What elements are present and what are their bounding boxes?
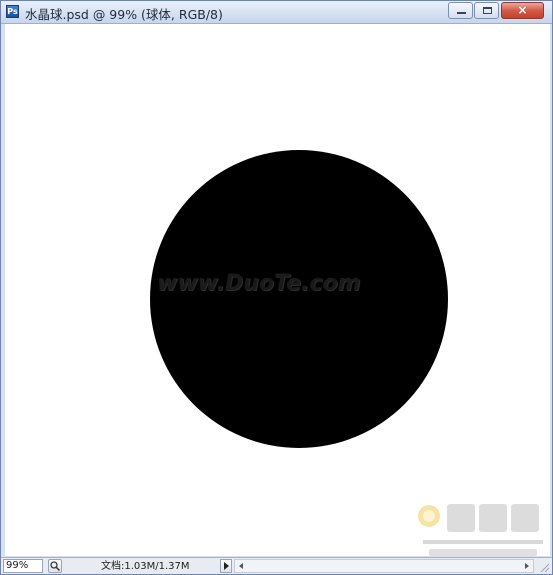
site-logo-watermark — [418, 504, 543, 556]
resize-grip-icon[interactable] — [536, 559, 550, 573]
maximize-icon — [483, 7, 492, 14]
status-bar: 99% 文档:1.03M/1.37M — [1, 557, 552, 574]
horizontal-scrollbar[interactable] — [234, 559, 534, 573]
maximize-button[interactable] — [474, 2, 499, 19]
watermark-text: www.DuoTe.com — [157, 271, 361, 296]
photoshop-document-window: Ps 水晶球.psd @ 99% (球体, RGB/8) × www.DuoTe… — [0, 0, 553, 575]
black-circle-shape — [150, 150, 448, 448]
minimize-icon — [457, 12, 466, 14]
right-arrow-icon — [224, 562, 229, 570]
close-button[interactable]: × — [501, 2, 544, 19]
document-canvas[interactable]: www.DuoTe.com — [5, 24, 550, 556]
zoom-level-field[interactable]: 99% — [3, 559, 43, 573]
zoom-icon[interactable] — [48, 559, 62, 573]
close-icon: × — [517, 3, 528, 17]
title-bar[interactable]: Ps 水晶球.psd @ 99% (球体, RGB/8) × — [1, 1, 552, 24]
status-menu-button[interactable] — [220, 559, 232, 573]
photoshop-document-icon[interactable]: Ps — [6, 5, 19, 18]
minimize-button[interactable] — [448, 2, 473, 19]
scroll-left-icon[interactable] — [235, 560, 247, 572]
scroll-right-icon[interactable] — [521, 560, 533, 572]
document-size-info: 文档:1.03M/1.37M — [101, 561, 190, 572]
magnifier-icon — [50, 561, 61, 572]
window-title: 水晶球.psd @ 99% (球体, RGB/8) — [25, 7, 223, 22]
